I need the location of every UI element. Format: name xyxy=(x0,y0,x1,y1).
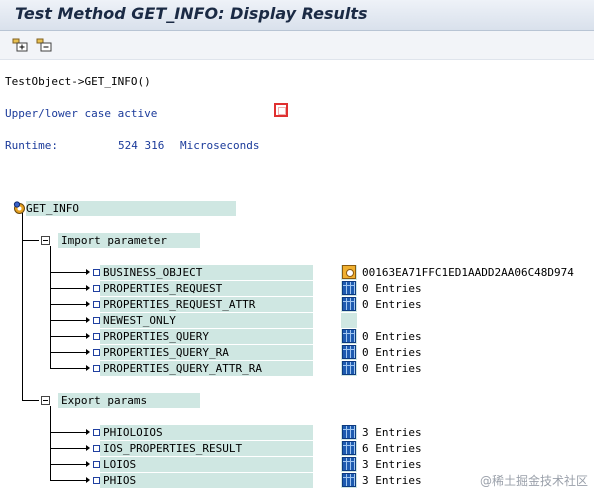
case-sensitivity-checkbox[interactable] xyxy=(274,103,288,117)
method-gear-icon xyxy=(13,201,25,214)
parameter-name[interactable]: LOIOS xyxy=(103,457,136,472)
table-icon[interactable] xyxy=(342,329,356,343)
parameter-value: 3 Entries xyxy=(362,474,422,487)
parameter-icon xyxy=(93,285,100,292)
toolbar xyxy=(0,31,594,60)
arrow-icon xyxy=(86,429,90,435)
tree-line xyxy=(22,240,39,241)
collapse-icon[interactable] xyxy=(41,236,50,245)
tree-line xyxy=(50,448,86,449)
parameter-name[interactable]: PROPERTIES_QUERY xyxy=(103,329,209,344)
object-icon[interactable] xyxy=(342,265,356,279)
parameter-value: 0 Entries xyxy=(362,362,422,375)
table-icon[interactable] xyxy=(342,473,356,487)
parameter-value: 0 Entries xyxy=(362,298,422,311)
tree-line xyxy=(50,304,86,305)
parameter-name[interactable]: PROPERTIES_REQUEST_ATTR xyxy=(103,297,255,312)
parameter-name[interactable]: PROPERTIES_QUERY_RA xyxy=(103,345,229,360)
value-icon-bg xyxy=(341,313,357,328)
parameter-value: 3 Entries xyxy=(362,426,422,439)
table-icon[interactable] xyxy=(342,297,356,311)
runtime-value: 524 316 xyxy=(118,139,165,152)
parameter-icon xyxy=(93,317,100,324)
collapse-all-icon[interactable] xyxy=(36,37,52,53)
parameter-icon xyxy=(93,445,100,452)
arrow-icon xyxy=(86,461,90,467)
collapse-icon[interactable] xyxy=(41,396,50,405)
parameter-name[interactable]: PROPERTIES_QUERY_ATTR_RA xyxy=(103,361,262,376)
table-icon[interactable] xyxy=(342,361,356,375)
parameter-name[interactable]: PHIOLOIOS xyxy=(103,425,163,440)
parameter-icon xyxy=(93,269,100,276)
runtime-label: Runtime: xyxy=(5,139,58,152)
case-sensitivity-label: Upper/lower case active xyxy=(5,107,158,120)
title-bar: Test Method GET_INFO: Display Results xyxy=(0,0,594,31)
arrow-icon xyxy=(86,445,90,451)
tree-line xyxy=(50,432,86,433)
tree-line xyxy=(50,288,86,289)
tree-line xyxy=(50,246,51,369)
tree-line xyxy=(50,272,86,273)
arrow-icon xyxy=(86,301,90,307)
parameter-value: 0 Entries xyxy=(362,282,422,295)
tree-line xyxy=(22,213,23,401)
table-icon[interactable] xyxy=(342,281,356,295)
tree-line xyxy=(50,368,86,369)
parameter-icon xyxy=(93,349,100,356)
tree-line xyxy=(22,400,39,401)
method-call: TestObject->GET_INFO() xyxy=(5,75,151,88)
parameter-icon xyxy=(93,461,100,468)
parameter-icon xyxy=(93,429,100,436)
parameter-name[interactable]: NEWEST_ONLY xyxy=(103,313,176,328)
parameter-value: 0 Entries xyxy=(362,346,422,359)
arrow-icon xyxy=(86,349,90,355)
import-parameter-node[interactable]: Import parameter xyxy=(61,233,167,248)
arrow-icon xyxy=(86,285,90,291)
parameter-name[interactable]: BUSINESS_OBJECT xyxy=(103,265,202,280)
expand-all-icon[interactable] xyxy=(12,37,28,53)
tree-line xyxy=(50,352,86,353)
arrow-icon xyxy=(86,269,90,275)
tree-line xyxy=(50,480,86,481)
tree-line xyxy=(50,406,51,481)
tree-line xyxy=(50,464,86,465)
parameter-icon xyxy=(93,333,100,340)
parameter-name[interactable]: IOS_PROPERTIES_RESULT xyxy=(103,441,242,456)
table-icon[interactable] xyxy=(342,457,356,471)
parameter-value: 6 Entries xyxy=(362,442,422,455)
arrow-icon xyxy=(86,317,90,323)
parameter-icon xyxy=(93,477,100,484)
export-params-node[interactable]: Export params xyxy=(61,393,147,408)
watermark: @稀土掘金技术社区 xyxy=(479,474,588,488)
parameter-value: 0 Entries xyxy=(362,330,422,343)
tree-root-label[interactable]: GET_INFO xyxy=(26,201,79,216)
parameter-value: 00163EA71FFC1ED1AADD2AA06C48D974 xyxy=(362,266,574,279)
parameter-name[interactable]: PHIOS xyxy=(103,473,136,488)
tree-line xyxy=(50,320,86,321)
runtime-unit: Microseconds xyxy=(180,139,260,152)
arrow-icon xyxy=(86,365,90,371)
parameter-icon xyxy=(93,365,100,372)
table-icon[interactable] xyxy=(342,425,356,439)
arrow-icon xyxy=(86,477,90,483)
table-icon[interactable] xyxy=(342,345,356,359)
parameter-name[interactable]: PROPERTIES_REQUEST xyxy=(103,281,222,296)
arrow-icon xyxy=(86,333,90,339)
parameter-icon xyxy=(93,301,100,308)
window-title: Test Method GET_INFO: Display Results xyxy=(15,4,368,23)
tree-line xyxy=(50,336,86,337)
table-icon[interactable] xyxy=(342,441,356,455)
parameter-value: 3 Entries xyxy=(362,458,422,471)
